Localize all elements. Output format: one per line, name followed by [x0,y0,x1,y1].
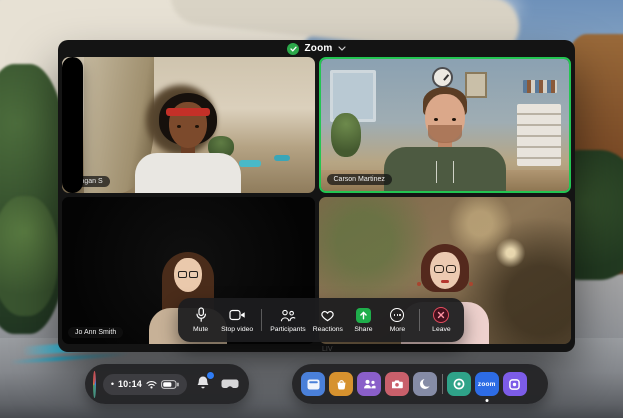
mute-button[interactable]: Mute [184,307,217,333]
toolbar-divider [261,309,262,331]
share-button[interactable]: Share [347,307,380,333]
headset-settings-button[interactable] [219,375,241,394]
dock-divider [442,374,443,394]
running-app-indicator [485,399,488,402]
profile-avatar[interactable] [93,371,96,398]
people-icon [280,307,296,323]
participant-name-tag: Carson Martinez [327,174,392,185]
microphone-icon [194,307,208,323]
status-dot: • [111,380,114,389]
app-media[interactable] [413,372,437,396]
app-library-button[interactable] [531,380,539,388]
teal-seat [274,155,290,161]
heart-icon [320,307,335,323]
avatar-headband [166,108,210,116]
app-title: Zoom [304,43,332,54]
avatar-glasses [434,265,456,273]
clock-time: 10:14 [118,379,142,389]
store-bag-icon [336,379,347,390]
avatar-gagan [123,93,253,193]
app-worlds[interactable] [503,372,527,396]
participant-name-tag: Jo Ann Smith [68,327,123,338]
video-tile-carson-martinez[interactable]: Carson Martinez [319,57,572,193]
more-button[interactable]: More [381,307,414,333]
browser-icon [307,379,320,390]
camera-icon [391,379,403,389]
avatar-face [174,258,202,292]
pillarbox-bar [62,57,83,193]
video-tile-gagan-s[interactable]: Gagan S [62,57,315,193]
vr-home-environment: Zoom [0,0,623,418]
toolbar-divider [419,309,420,331]
shield-check-icon [287,43,299,55]
avatar-carson [375,87,515,191]
participants-button[interactable]: Participants [267,307,309,333]
leave-button[interactable]: Leave [425,307,458,333]
app-camera[interactable] [385,372,409,396]
taskbar-status-cluster: • 10:14 [85,364,249,404]
background-plants [0,196,58,316]
app-horizon[interactable] [447,372,471,396]
avatar-earring [469,282,473,286]
app-browser[interactable] [301,372,325,396]
battery-icon [161,380,179,389]
avatar-face [430,252,460,289]
wall-clock [432,67,453,88]
avatar-beard [428,125,462,143]
notification-badge [206,371,215,380]
rounded-square-icon [509,379,520,390]
window-frame [330,70,376,122]
people-icon [363,379,376,389]
chevron-down-icon [338,46,346,51]
app-zoom[interactable]: zoom [475,372,499,396]
reactions-button[interactable]: Reactions [310,307,346,333]
ring-dot-icon [453,378,465,390]
headset-icon [221,379,239,389]
stop-video-button[interactable]: Stop video [218,307,256,333]
window-title-bar[interactable]: Zoom [58,40,575,57]
wifi-icon [146,380,157,389]
hoodie-drawstrings [436,161,454,183]
avatar-shirt [135,153,241,193]
video-camera-icon [229,307,246,323]
arrow-up-square-icon [356,308,371,323]
x-circle-icon [433,307,449,323]
capture-watermark: LIV [322,346,333,353]
shelf-binders [523,80,557,93]
app-store[interactable] [329,372,353,396]
crescent-icon [419,378,431,390]
drawer-unit [517,104,561,166]
app-people[interactable] [357,372,381,396]
avatar-glasses [176,271,200,279]
quick-settings-pill[interactable]: • 10:14 [103,374,187,395]
meeting-toolbar: Mute Stop video Participants Reactions [178,298,464,342]
avatar-face [425,94,465,142]
taskbar-app-dock: zoom [292,364,548,404]
notifications-button[interactable] [194,373,212,395]
ellipsis-circle-icon [390,308,404,322]
avatar-earring [417,282,421,286]
plant [331,113,361,157]
zoom-meeting-window: Zoom [58,40,575,352]
